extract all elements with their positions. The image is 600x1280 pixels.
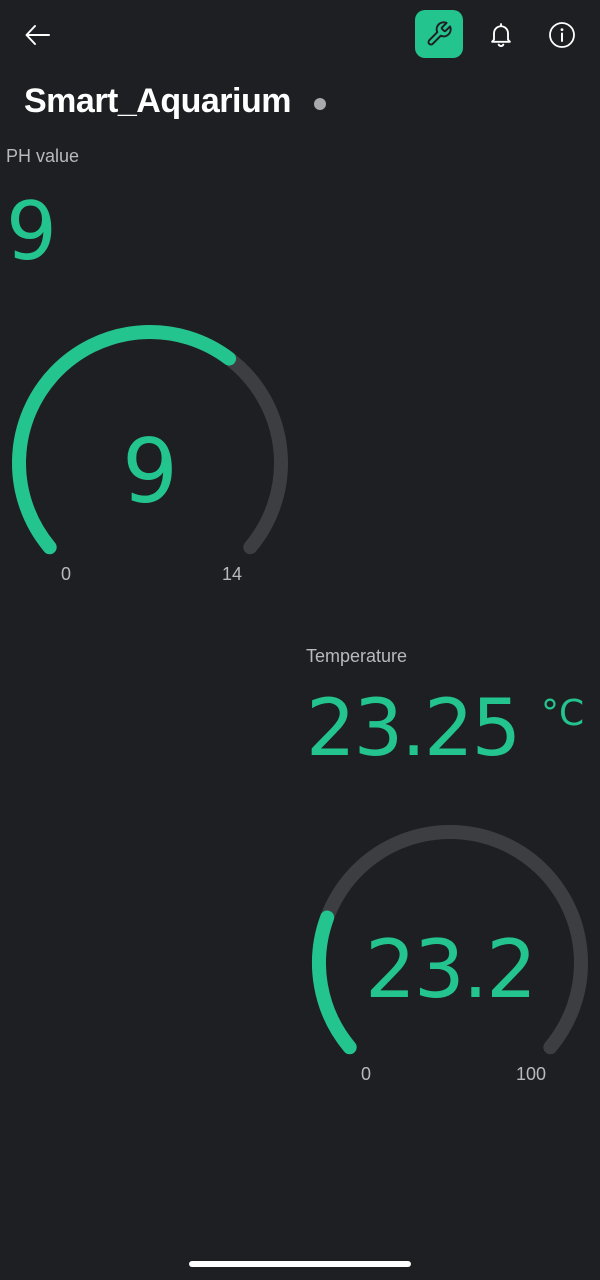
info-button[interactable]	[538, 11, 586, 59]
temperature-gauge-min: 0	[361, 1064, 372, 1084]
ph-gauge-value: 9	[122, 420, 178, 523]
home-indicator[interactable]	[189, 1261, 411, 1267]
device-status-dot	[314, 98, 326, 110]
settings-button[interactable]	[415, 10, 463, 58]
info-icon	[549, 22, 575, 48]
ph-gauge-max: 14	[222, 564, 243, 584]
notifications-button[interactable]	[477, 11, 525, 59]
temperature-unit: °C	[541, 693, 585, 734]
page-title: Smart_Aquarium	[24, 82, 291, 120]
ph-gauge-min: 0	[61, 564, 72, 584]
arrow-left-icon	[25, 25, 50, 45]
temperature-gauge-value: 23.2	[364, 923, 537, 1016]
ph-label: PH value	[6, 146, 80, 166]
temperature-value-display: 23.25	[306, 684, 521, 774]
bell-icon	[491, 23, 511, 47]
back-button[interactable]	[14, 11, 62, 59]
temperature-gauge-fill	[312, 910, 357, 1055]
wrench-icon	[427, 21, 452, 46]
ph-value-display: 9	[6, 185, 57, 278]
temperature-label: Temperature	[306, 646, 408, 666]
temperature-gauge-max: 100	[516, 1064, 547, 1084]
